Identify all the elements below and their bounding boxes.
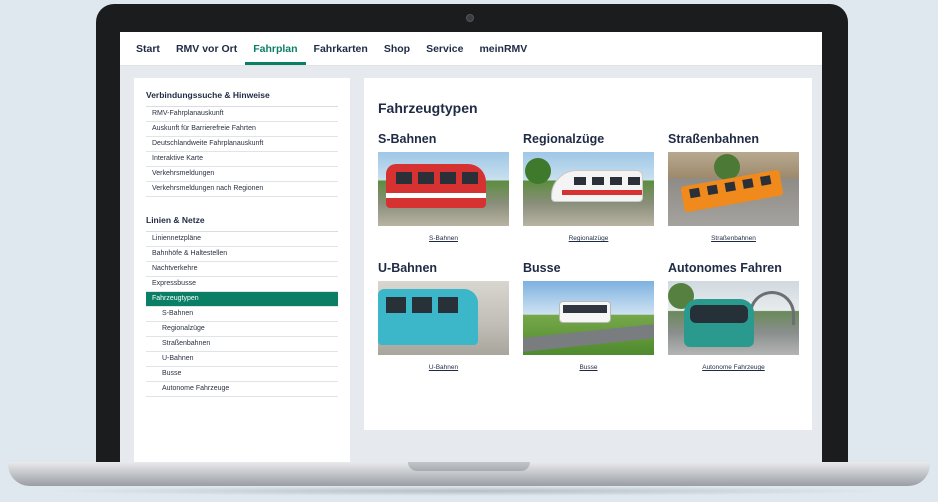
sidebar-subitem-s-bahnen[interactable]: S-Bahnen xyxy=(146,307,338,322)
nav-item-shop[interactable]: Shop xyxy=(376,32,418,65)
card-s-bahnen: S-Bahnen S-Bahnen xyxy=(378,132,509,245)
u-bahn-photo[interactable] xyxy=(378,281,509,355)
main-content: Fahrzeugtypen S-Bahnen S-Bahnen Regional… xyxy=(364,78,812,430)
card-title: Busse xyxy=(523,261,561,275)
nav-item-fahrplan[interactable]: Fahrplan xyxy=(245,32,306,65)
sidebar-subitem-busse[interactable]: Busse xyxy=(146,367,338,382)
card-link-regionalzuege[interactable]: Regionalzüge xyxy=(523,235,654,245)
sidebar-item-expressbusse[interactable]: Expressbusse xyxy=(146,277,338,292)
white-bus-shape xyxy=(559,301,611,323)
sidebar-item-fahrzeugtypen[interactable]: Fahrzeugtypen xyxy=(146,292,338,307)
sidebar-heading-verbindungssuche: Verbindungssuche & Hinweise xyxy=(146,90,338,107)
page-title: Fahrzeugtypen xyxy=(378,100,478,116)
sidebar-item-barrierefrei[interactable]: Auskunft für Barrierefreie Fahrten xyxy=(146,122,338,137)
white-train-shape xyxy=(551,170,643,202)
sidebar-heading-linien-netze: Linien & Netze xyxy=(146,215,338,232)
autonomous-shuttle-photo[interactable] xyxy=(668,281,799,355)
card-title: Straßenbahnen xyxy=(668,132,759,146)
sidebar-subitem-strassenbahnen[interactable]: Straßenbahnen xyxy=(146,337,338,352)
sidebar-list-linien-netze: Liniennetzpläne Bahnhöfe & Haltestellen … xyxy=(146,232,338,397)
road-shape xyxy=(523,324,654,352)
sidebar-subitem-regionalzuege[interactable]: Regionalzüge xyxy=(146,322,338,337)
sidebar-item-verkehrsmeldungen-regionen[interactable]: Verkehrsmeldungen nach Regionen xyxy=(146,182,338,197)
card-link-s-bahnen[interactable]: S-Bahnen xyxy=(378,235,509,245)
nav-item-start[interactable]: Start xyxy=(128,32,168,65)
card-title: S-Bahnen xyxy=(378,132,437,146)
card-regionalzuege: Regionalzüge Regionalzüge xyxy=(523,132,654,245)
card-link-u-bahnen[interactable]: U-Bahnen xyxy=(378,364,509,374)
sidebar-item-nachtverkehre[interactable]: Nachtverkehre xyxy=(146,262,338,277)
bridge-shape xyxy=(749,291,795,325)
sidebar-item-interaktive-karte[interactable]: Interaktive Karte xyxy=(146,152,338,167)
sidebar-list-verbindungssuche: RMV-Fahrplanauskunft Auskunft für Barrie… xyxy=(146,107,338,197)
sidebar-subitem-autonome-fahrzeuge[interactable]: Autonome Fahrzeuge xyxy=(146,382,338,397)
webcam-icon xyxy=(466,14,474,22)
card-autonomes-fahren: Autonomes Fahren Autonome Fahrzeuge xyxy=(668,261,799,374)
sidebar-item-liniennetzplaene[interactable]: Liniennetzpläne xyxy=(146,232,338,247)
nav-item-meinrmv[interactable]: meinRMV xyxy=(471,32,535,65)
red-train-shape xyxy=(386,164,486,208)
browser-viewport: Start RMV vor Ort Fahrplan Fahrkarten Sh… xyxy=(120,32,822,464)
laptop-notch xyxy=(408,462,530,471)
card-link-busse[interactable]: Busse xyxy=(523,364,654,374)
sidebar: Verbindungssuche & Hinweise RMV-Fahrplan… xyxy=(134,78,350,464)
s-bahn-photo[interactable] xyxy=(378,152,509,226)
tram-photo[interactable] xyxy=(668,152,799,226)
vehicle-type-grid: S-Bahnen S-Bahnen Regionalzüge Regionalz… xyxy=(378,132,812,374)
card-link-strassenbahnen[interactable]: Straßenbahnen xyxy=(668,235,799,245)
sidebar-item-deutschlandweit[interactable]: Deutschlandweite Fahrplanauskunft xyxy=(146,137,338,152)
nav-item-fahrkarten[interactable]: Fahrkarten xyxy=(306,32,376,65)
nav-item-service[interactable]: Service xyxy=(418,32,471,65)
main-navigation: Start RMV vor Ort Fahrplan Fahrkarten Sh… xyxy=(120,32,822,66)
shuttle-shape xyxy=(684,299,754,347)
sidebar-item-bahnhoefe[interactable]: Bahnhöfe & Haltestellen xyxy=(146,247,338,262)
card-title: Regionalzüge xyxy=(523,132,605,146)
regional-train-photo[interactable] xyxy=(523,152,654,226)
laptop-shadow xyxy=(40,486,898,496)
sidebar-item-fahrplanauskunft[interactable]: RMV-Fahrplanauskunft xyxy=(146,107,338,122)
card-title: Autonomes Fahren xyxy=(668,261,782,275)
card-strassenbahnen: Straßenbahnen Straßenbahnen xyxy=(668,132,799,245)
sidebar-subitem-u-bahnen[interactable]: U-Bahnen xyxy=(146,352,338,367)
card-u-bahnen: U-Bahnen U-Bahnen xyxy=(378,261,509,374)
card-link-autonome-fahrzeuge[interactable]: Autonome Fahrzeuge xyxy=(668,364,799,374)
nav-item-rmv-vor-ort[interactable]: RMV vor Ort xyxy=(168,32,245,65)
bus-photo[interactable] xyxy=(523,281,654,355)
card-title: U-Bahnen xyxy=(378,261,438,275)
sidebar-item-verkehrsmeldungen[interactable]: Verkehrsmeldungen xyxy=(146,167,338,182)
card-busse: Busse Busse xyxy=(523,261,654,374)
turquoise-train-shape xyxy=(378,289,478,345)
